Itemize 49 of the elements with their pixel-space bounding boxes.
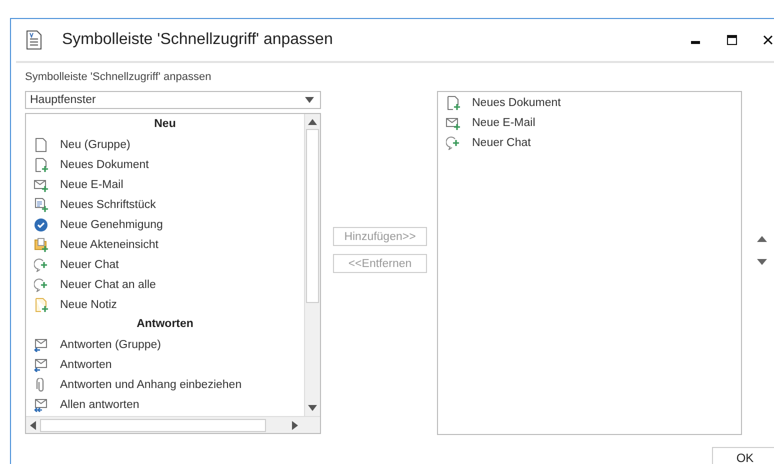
toolbar-item[interactable]: Neues Dokument [438, 93, 741, 113]
group-header: Neu [153, 117, 177, 132]
close-icon[interactable] [763, 35, 773, 45]
command-item[interactable]: Neue Notiz [26, 295, 304, 315]
chat-plus-icon [34, 258, 48, 272]
chat-plus-icon [446, 136, 460, 150]
command-item[interactable]: Antworten (Gruppe) [26, 335, 304, 355]
mail-reply-icon [34, 338, 48, 352]
move-down-icon[interactable] [757, 259, 767, 265]
chat-plus-icon [34, 278, 48, 292]
document-icon [26, 30, 42, 50]
command-item[interactable]: Antworten und Anhang einbeziehen [26, 375, 304, 395]
scroll-right-icon[interactable] [292, 420, 298, 430]
ok-button[interactable]: OK [712, 447, 774, 464]
vertical-scrollbar[interactable] [304, 114, 320, 416]
check-icon [34, 218, 48, 232]
mail-reply-icon [34, 358, 48, 372]
scroll-up-icon[interactable] [308, 119, 317, 125]
toolbar-item[interactable]: Neue E-Mail [438, 113, 741, 133]
command-item[interactable]: Neue Genehmigung [26, 215, 304, 235]
scroll-left-icon[interactable] [30, 420, 36, 430]
doc-plus-icon [446, 96, 460, 110]
command-item[interactable]: Neues Schriftstück [26, 195, 304, 215]
doc-icon [34, 138, 48, 152]
mail-reply-all-icon [34, 398, 48, 412]
caret-icon [305, 97, 314, 103]
mail-plus-icon [34, 178, 48, 192]
command-item[interactable]: Neu (Gruppe) [26, 135, 304, 155]
command-item[interactable]: Neue E-Mail [26, 175, 304, 195]
command-item[interactable]: Neue Akteneinsicht [26, 235, 304, 255]
command-item[interactable]: Neuer Chat an alle [26, 275, 304, 295]
horizontal-scrollbar[interactable] [26, 416, 320, 433]
section-label: Symbolleiste 'Schnellzugriff' anpassen [25, 71, 212, 83]
view-dropdown[interactable]: Hauptfenster [25, 91, 321, 109]
move-up-icon[interactable] [757, 236, 767, 242]
group-header: Antworten [136, 317, 194, 332]
command-item[interactable]: Allen antworten [26, 395, 304, 415]
toolbar-item[interactable]: Neuer Chat [438, 133, 741, 153]
command-item[interactable]: Antworten [26, 355, 304, 375]
mail-plus-icon [446, 116, 460, 130]
command-item[interactable]: Neuer Chat [26, 255, 304, 275]
window-title: Symbolleiste 'Schnellzugriff' anpassen [62, 31, 334, 49]
text-plus-icon [34, 198, 48, 212]
doc-plus-icon [34, 158, 48, 172]
maximize-icon[interactable] [727, 35, 737, 45]
note-plus-icon [34, 298, 48, 312]
folder-plus-icon [34, 238, 48, 252]
command-item[interactable]: Neues Dokument [26, 155, 304, 175]
scroll-down-icon[interactable] [308, 405, 317, 411]
